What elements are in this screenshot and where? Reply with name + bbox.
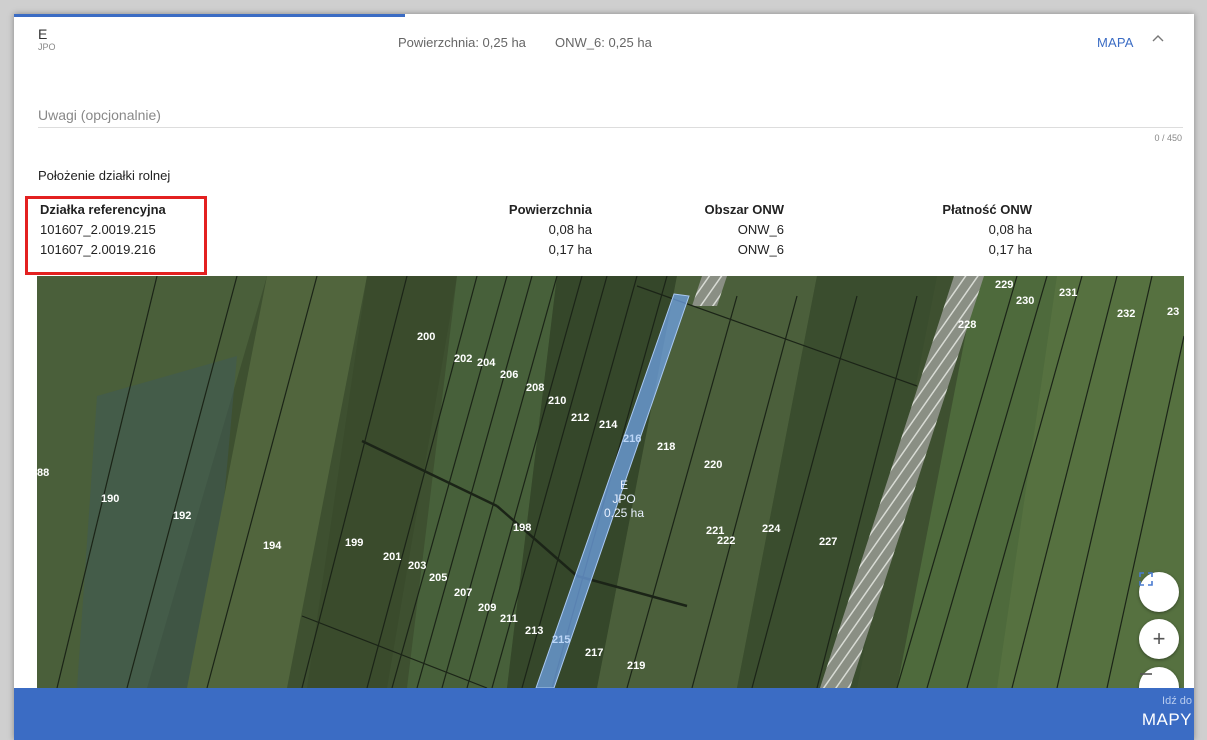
notes-input[interactable] (38, 102, 1183, 128)
parcel-number: 218 (657, 441, 675, 453)
parcel-number: 199 (345, 537, 363, 549)
parcel-map[interactable]: 200 202 204 206 208 210 212 214 216 218 … (37, 276, 1184, 688)
parcel-number: 211 (500, 613, 518, 625)
parcel-number: 214 (599, 419, 618, 431)
parcel-number: 213 (525, 625, 543, 637)
parcel-number: 190 (101, 493, 119, 505)
parcel-number: 230 (1016, 295, 1034, 307)
parcel-number: 220 (704, 459, 722, 471)
parcel-number: 212 (571, 412, 589, 424)
notes-counter: 0 / 450 (1154, 133, 1182, 143)
table-cell-onw-payment: 0,17 ha (988, 242, 1032, 257)
parcel-area: Powierzchnia: 0,25 ha (398, 35, 526, 50)
parcel-number: 198 (513, 522, 531, 534)
parcel-number: 208 (526, 382, 544, 394)
parcel-number: 219 (627, 660, 645, 672)
table-cell-onw-area: ONW_6 (737, 222, 784, 237)
table-cell-area: 0,08 ha (548, 222, 592, 237)
parcel-number: 215 (552, 634, 570, 646)
table-cell-onw-payment: 0,08 ha (988, 222, 1032, 237)
parcel-number: 228 (958, 319, 976, 331)
parcel-number: 203 (408, 560, 426, 572)
parcel-number: 192 (173, 510, 191, 522)
map-canvas[interactable]: 200 202 204 206 208 210 212 214 216 218 … (37, 276, 1184, 688)
fullscreen-button[interactable] (1139, 572, 1179, 612)
parcel-number: 206 (500, 369, 518, 381)
table-cell-area: 0,17 ha (548, 242, 592, 257)
parcel-number: 23 (1167, 306, 1179, 318)
parcel-number: 207 (454, 587, 472, 599)
chevron-up-icon[interactable] (1151, 32, 1165, 46)
parcel-map-area: 0.25 ha (604, 506, 644, 520)
fullscreen-icon (1139, 572, 1153, 586)
parcel-type: JPO (38, 42, 56, 52)
parcel-symbol: E (38, 26, 48, 42)
tab-indicator (14, 14, 405, 17)
highlight-box (25, 196, 207, 275)
parcel-number: 210 (548, 395, 566, 407)
parcel-number: 200 (417, 331, 435, 343)
parcel-number: 202 (454, 353, 472, 365)
go-to-maps-bar[interactable]: Idź do MAPY (14, 688, 1194, 740)
parcel-number: 217 (585, 647, 603, 659)
location-title: Położenie działki rolnej (38, 168, 171, 183)
table-cell-onw-area: ONW_6 (737, 242, 784, 257)
parcel-card: E JPO Powierzchnia: 0,25 ha ONW_6: 0,25 … (14, 14, 1194, 740)
parcel-number: 204 (477, 357, 496, 369)
column-header-onw-payment: Płatność ONW (942, 202, 1032, 217)
parcel-number: 205 (429, 572, 447, 584)
map-link[interactable]: MAPA (1097, 35, 1134, 50)
zoom-in-icon: + (1152, 626, 1166, 651)
column-header-area: Powierzchnia (508, 202, 592, 217)
parcel-number: 216 (623, 433, 641, 445)
parcel-number: 222 (717, 535, 735, 547)
column-header-onw-area: Obszar ONW (704, 202, 784, 217)
zoom-in-button[interactable]: + (1139, 619, 1179, 659)
parcel-number: 232 (1117, 308, 1135, 320)
parcel-onw: ONW_6: 0,25 ha (555, 35, 652, 50)
parcel-map-symbol: E (620, 478, 628, 492)
parcel-number: 231 (1059, 287, 1077, 299)
parcel-map-type: JPO (612, 492, 635, 506)
parcel-number: 201 (383, 551, 401, 563)
zoom-out-icon (1140, 673, 1152, 675)
parcel-number: 224 (762, 523, 781, 535)
go-to-label: Idź do (1162, 695, 1192, 707)
parcel-number: 209 (478, 602, 496, 614)
parcel-number: 227 (819, 536, 837, 548)
parcel-number: 194 (263, 540, 282, 552)
parcel-number: 229 (995, 279, 1013, 291)
go-to-maps-button[interactable]: MAPY (1142, 710, 1192, 730)
parcel-number: 88 (37, 467, 49, 479)
